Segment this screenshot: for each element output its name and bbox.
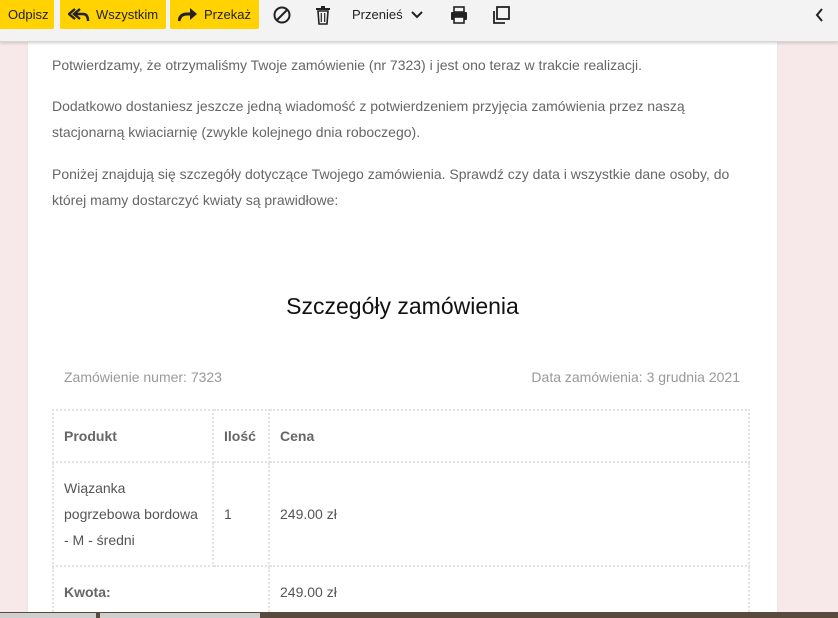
total-label: Kwota: <box>52 565 270 618</box>
email-toolbar: Odpisz Wszystkim Przekaż Przenieś <box>0 0 838 42</box>
product-quantity: 1 <box>212 461 270 567</box>
reply-button[interactable]: Odpisz <box>0 0 54 29</box>
forward-button[interactable]: Przekaż <box>170 0 259 29</box>
reply-all-label: Wszystkim <box>96 7 159 22</box>
reply-all-button[interactable]: Wszystkim <box>60 0 166 29</box>
order-number: Zamówienie numer: 7323 <box>64 369 222 385</box>
additional-info-paragraph: Dodatkowo dostaniesz jeszcze jedną wiado… <box>52 98 685 140</box>
product-price: 249.00 zł <box>268 461 750 567</box>
move-label: Przenieś <box>352 7 403 22</box>
table-row: Wiązanka pogrzebowa bordowa - M - średni… <box>52 461 750 567</box>
header-price: Cena <box>268 409 750 463</box>
reply-all-icon <box>68 7 90 21</box>
order-items-table: Produkt Ilość Cena Wiązanka pogrzebowa b… <box>52 409 750 618</box>
chevron-down-icon <box>410 10 423 18</box>
confirmation-paragraph: Potwierdzamy, że otrzymaliśmy Twoje zamó… <box>52 57 643 73</box>
taskbar-item[interactable] <box>100 613 260 618</box>
reply-label: Odpisz <box>8 7 49 22</box>
taskbar-strip <box>0 612 838 618</box>
table-header-row: Produkt Ilość Cena <box>52 409 750 463</box>
total-row: Kwota: 249.00 zł <box>52 565 750 618</box>
print-icon[interactable] <box>449 5 469 25</box>
forward-label: Przekaż <box>204 7 251 22</box>
block-icon[interactable] <box>272 5 292 25</box>
forward-icon <box>178 7 197 21</box>
details-intro-paragraph: Poniżej znajdują się szczegóły dotyczące… <box>52 166 730 208</box>
taskbar-item[interactable] <box>0 613 96 618</box>
order-date: Data zamówienia: 3 grudnia 2021 <box>531 369 740 385</box>
trash-icon[interactable] <box>313 5 333 25</box>
chevron-left-icon[interactable] <box>810 5 830 25</box>
product-name: Wiązanka pogrzebowa bordowa - M - średni <box>52 461 214 567</box>
email-body: Potwierdzamy, że otrzymaliśmy Twoje zamó… <box>28 41 777 618</box>
total-value: 249.00 zł <box>268 565 750 618</box>
order-details-title: Szczegóły zamówienia <box>286 293 519 319</box>
header-quantity: Ilość <box>212 409 270 463</box>
header-product: Produkt <box>52 409 214 463</box>
copy-icon[interactable] <box>491 5 511 25</box>
move-dropdown[interactable]: Przenieś <box>352 0 423 29</box>
